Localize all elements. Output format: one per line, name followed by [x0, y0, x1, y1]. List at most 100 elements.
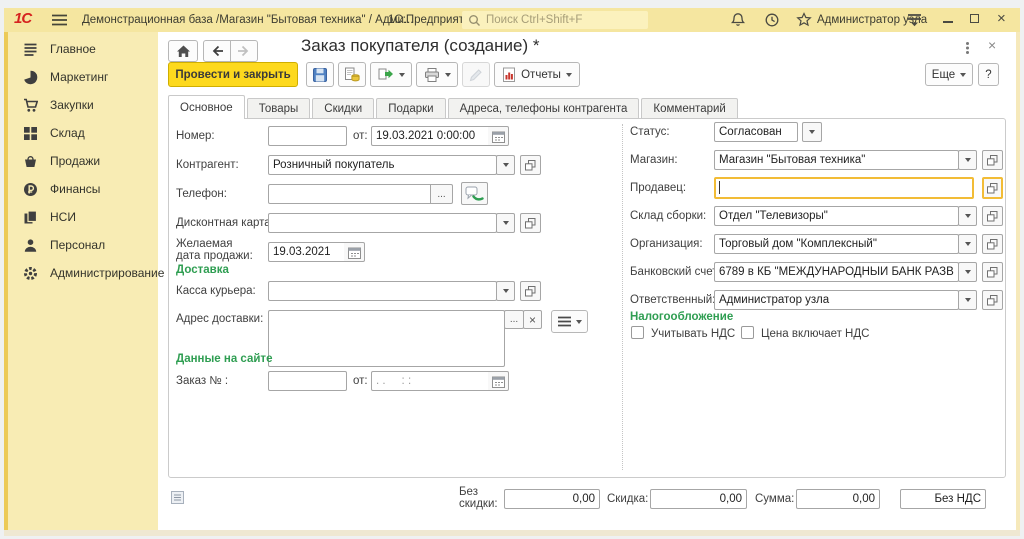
organization-input[interactable]: [714, 234, 959, 254]
wo-discount-total-field[interactable]: [504, 489, 600, 509]
sidebar-item-sales[interactable]: Продажи: [8, 147, 157, 175]
tab-gifts[interactable]: Подарки: [376, 98, 445, 119]
delivery-address-select-button[interactable]: ...: [504, 310, 524, 329]
delivery-address-menu-button[interactable]: [551, 310, 588, 333]
phone-select-button[interactable]: ...: [430, 184, 453, 204]
sidebar-item-marketing[interactable]: Маркетинг: [8, 63, 157, 91]
help-button[interactable]: ?: [978, 63, 999, 86]
sidebar-item-warehouse[interactable]: Склад: [8, 119, 157, 147]
back-button[interactable]: [203, 40, 231, 62]
number-label: Номер:: [176, 130, 215, 142]
courier-cash-input[interactable]: [268, 281, 497, 301]
phone-call-button[interactable]: [461, 182, 488, 205]
bank-account-input[interactable]: [714, 262, 959, 282]
post-document-button[interactable]: [338, 62, 366, 87]
post-close-menu-button[interactable]: [370, 62, 412, 87]
save-floppy-icon: [312, 67, 328, 83]
chevron-down-icon: [965, 298, 971, 302]
organization-dropdown-button[interactable]: [958, 234, 977, 254]
favorites-star-icon[interactable]: [796, 12, 812, 27]
discount-card-input[interactable]: [268, 213, 497, 233]
responsible-input[interactable]: [714, 290, 959, 310]
courier-cash-open-button[interactable]: [520, 281, 541, 301]
tab-main[interactable]: Основное: [168, 95, 245, 119]
store-input[interactable]: [714, 150, 959, 170]
sidebar-item-main[interactable]: Главное: [8, 35, 157, 63]
assembly-warehouse-open-button[interactable]: [982, 206, 1003, 226]
seller-input-focused[interactable]: [714, 177, 974, 199]
discount-card-dropdown-button[interactable]: [496, 213, 515, 233]
reports-button[interactable]: Отчеты: [494, 62, 580, 87]
assembly-warehouse-dropdown-button[interactable]: [958, 206, 977, 226]
bank-account-open-button[interactable]: [982, 262, 1003, 282]
vat-mode-field[interactable]: [900, 489, 986, 509]
tab-comment[interactable]: Комментарий: [641, 98, 737, 119]
doc-date-input[interactable]: [371, 126, 489, 146]
responsible-open-button[interactable]: [982, 290, 1003, 310]
window-close-button[interactable]: ×: [997, 10, 1006, 27]
minimize-button[interactable]: [943, 21, 953, 23]
vat-included-checkbox[interactable]: [741, 326, 754, 339]
desired-date-input[interactable]: [268, 242, 345, 262]
home-button[interactable]: [168, 40, 198, 62]
delivery-address-clear-button[interactable]: ×: [523, 310, 542, 329]
tab-goods[interactable]: Товары: [247, 98, 311, 119]
discount-total-label: Скидка:: [607, 493, 648, 505]
sidebar-item-personnel[interactable]: Персонал: [8, 231, 157, 259]
counterparty-input[interactable]: [268, 155, 497, 175]
calendar-icon: [492, 375, 505, 388]
search-input[interactable]: [486, 14, 642, 26]
order-date-calendar-button[interactable]: [488, 371, 509, 391]
phone-input[interactable]: [268, 184, 431, 204]
status-dropdown-button[interactable]: [802, 122, 822, 142]
maximize-button[interactable]: [970, 14, 979, 23]
vat-account-checkbox[interactable]: [631, 326, 644, 339]
global-search[interactable]: [462, 11, 648, 29]
responsible-dropdown-button[interactable]: [958, 290, 977, 310]
post-and-close-button[interactable]: Провести и закрыть: [168, 62, 298, 87]
desired-date-calendar-button[interactable]: [344, 242, 365, 262]
courier-cash-dropdown-button[interactable]: [496, 281, 515, 301]
forward-button[interactable]: [230, 40, 258, 62]
counterparty-dropdown-button[interactable]: [496, 155, 515, 175]
vat-included-checkbox-label: Цена включает НДС: [761, 328, 869, 340]
order-no-input[interactable]: [268, 371, 347, 391]
footer-list-button[interactable]: [171, 491, 184, 504]
sidebar-item-administration[interactable]: Администрирование: [8, 259, 157, 287]
tab-addresses[interactable]: Адреса, телефоны контрагента: [448, 98, 640, 119]
desired-date-label-line1: Желаемая: [176, 238, 233, 250]
courier-cash-label: Касса курьера:: [176, 285, 256, 297]
assembly-warehouse-input[interactable]: [714, 206, 959, 226]
form-menu-dots-icon[interactable]: [966, 42, 969, 45]
tab-discounts[interactable]: Скидки: [312, 98, 374, 119]
list-lines-icon: [558, 316, 571, 327]
main-menu-icon[interactable]: [52, 14, 67, 26]
print-menu-button[interactable]: [416, 62, 458, 87]
sum-total-field[interactable]: [796, 489, 880, 509]
form-close-button[interactable]: ×: [988, 37, 996, 53]
history-icon[interactable]: [764, 12, 780, 28]
order-date-input[interactable]: [371, 371, 489, 391]
service-menu-icon[interactable]: [907, 13, 922, 27]
chevron-down-icon: [576, 320, 582, 324]
delivery-address-textarea[interactable]: [268, 310, 505, 367]
status-input[interactable]: [714, 122, 798, 142]
sidebar-item-finance[interactable]: Финансы: [8, 175, 157, 203]
sidebar-item-master-data[interactable]: НСИ: [8, 203, 157, 231]
store-dropdown-button[interactable]: [958, 150, 977, 170]
discount-total-field[interactable]: [650, 489, 747, 509]
forward-arrow-icon: [237, 44, 251, 58]
more-button[interactable]: Еще: [925, 63, 973, 86]
bank-account-dropdown-button[interactable]: [958, 262, 977, 282]
notifications-bell-icon[interactable]: [730, 12, 746, 27]
seller-open-button[interactable]: [982, 177, 1003, 199]
store-open-button[interactable]: [982, 150, 1003, 170]
phone-label: Телефон:: [176, 188, 227, 200]
counterparty-open-button[interactable]: [520, 155, 541, 175]
number-input[interactable]: [268, 126, 347, 146]
discount-card-open-button[interactable]: [520, 213, 541, 233]
doc-date-calendar-button[interactable]: [488, 126, 509, 146]
save-button[interactable]: [306, 62, 334, 87]
sidebar-item-purchases[interactable]: Закупки: [8, 91, 157, 119]
organization-open-button[interactable]: [982, 234, 1003, 254]
